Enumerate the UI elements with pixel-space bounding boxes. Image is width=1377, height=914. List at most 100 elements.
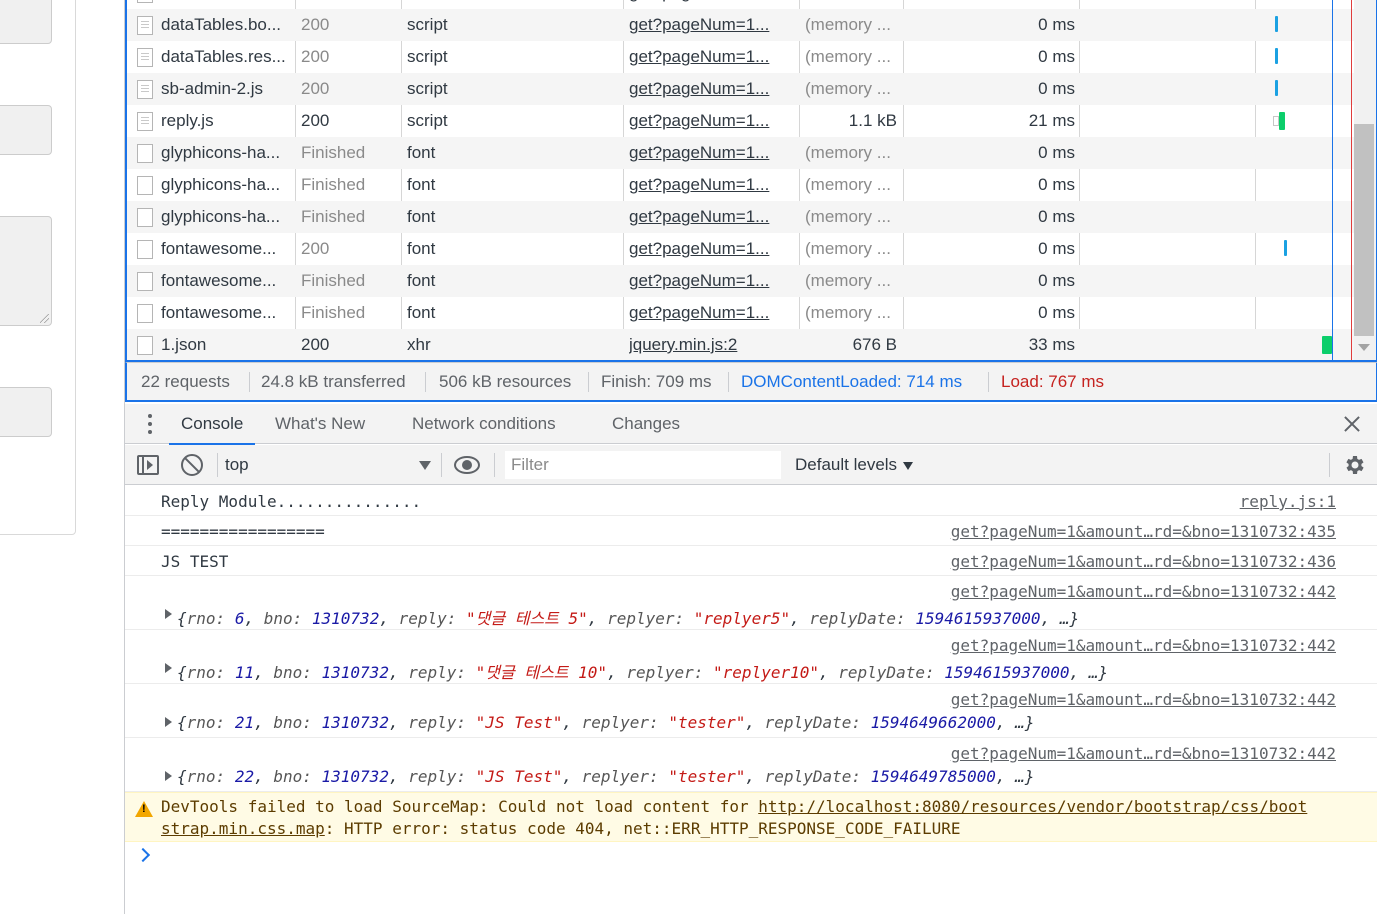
- console-source-link[interactable]: get?pageNum=1&amount…rd=&bno=1310732:442: [951, 744, 1336, 763]
- network-request-row[interactable]: fontawesome... Finished font get?pageNum=1.…: [127, 265, 1355, 297]
- request-initiator-link[interactable]: get?pageNum=1...: [629, 265, 795, 297]
- request-initiator-link[interactable]: get?pageNum=1...: [629, 105, 795, 137]
- console-filter-input[interactable]: [505, 451, 781, 479]
- expand-triangle-icon[interactable]: [165, 609, 172, 619]
- obj-key-replydate: replyDate:: [809, 609, 916, 628]
- scrollbar-thumb[interactable]: [1354, 124, 1374, 336]
- console-source-link[interactable]: get?pageNum=1&amount…rd=&bno=1310732:435: [951, 522, 1336, 541]
- request-status: 200: [301, 239, 330, 258]
- request-status: 200: [301, 15, 330, 34]
- request-initiator-link[interactable]: get?pageNum=1...: [629, 169, 795, 201]
- sourcemap-link-continued[interactable]: strap.min.css.map: [161, 819, 325, 838]
- network-request-row[interactable]: dataTables.bo... 200 script get?pageNum=1..…: [127, 9, 1355, 41]
- console-source-link[interactable]: get?pageNum=1&amount…rd=&bno=1310732:442: [951, 636, 1336, 655]
- request-initiator-link[interactable]: jquery.min.js:2: [629, 329, 795, 360]
- tab-changes[interactable]: Changes: [612, 404, 680, 444]
- request-initiator-link[interactable]: get?pageNum=1...: [629, 137, 795, 169]
- close-icon[interactable]: [1340, 412, 1364, 436]
- network-request-row[interactable]: glyphicons-ha... Finished font get?pageNum=…: [127, 201, 1355, 233]
- request-size: (memory ...: [805, 79, 891, 98]
- request-initiator-link[interactable]: get?pageNum=1...: [629, 297, 795, 329]
- waterfall-waiting-bar[interactable]: [1273, 116, 1279, 126]
- live-expression-eye-icon[interactable]: [454, 456, 480, 474]
- request-initiator-link[interactable]: get?pageNum=1...: [629, 233, 795, 265]
- request-time: 33 ms: [1028, 335, 1075, 354]
- network-request-row[interactable]: 1.json 200 xhr jquery.min.js:2 676 B 33 ms: [127, 329, 1355, 360]
- gear-icon[interactable]: [1342, 453, 1366, 477]
- clear-console-icon[interactable]: [181, 454, 203, 476]
- request-initiator-link[interactable]: get?pageNum=1...: [629, 73, 795, 105]
- form-input-2[interactable]: [0, 105, 52, 155]
- request-initiator-link[interactable]: get?pageNum=1...: [629, 201, 795, 233]
- network-request-row[interactable]: get?pageNum=1...: [127, 0, 1355, 9]
- console-source-link[interactable]: get?pageNum=1&amount…rd=&bno=1310732:442: [951, 690, 1336, 709]
- obj-sep: ,: [562, 767, 582, 786]
- resize-grip-icon[interactable]: [40, 314, 49, 323]
- request-size: (memory ...: [805, 143, 891, 162]
- prompt-chevron-icon[interactable]: [135, 847, 151, 863]
- request-type: xhr: [407, 335, 431, 354]
- network-request-row[interactable]: reply.js 200 script get?pageNum=1... 1.1 kB 2…: [127, 105, 1355, 137]
- console-source-link[interactable]: get?pageNum=1&amount…rd=&bno=1310732:436: [951, 552, 1336, 571]
- chevron-down-icon: [903, 461, 914, 470]
- tab-whats-new[interactable]: What's New: [275, 404, 365, 444]
- obj-brace: {: [177, 609, 187, 628]
- tab-console[interactable]: Console: [168, 404, 256, 445]
- obj-key-rno: rno:: [186, 767, 235, 786]
- console-object-preview[interactable]: {rno: 6, bno: 1310732, reply: "댓글 테스트 5"…: [177, 605, 1079, 629]
- obj-ellipsis: , …}: [1069, 663, 1108, 682]
- scroll-down-arrow-icon[interactable]: [1358, 344, 1370, 351]
- network-request-row[interactable]: glyphicons-ha... Finished font get?pageNum=…: [127, 169, 1355, 201]
- waterfall-bar[interactable]: [1284, 240, 1287, 256]
- network-request-row[interactable]: fontawesome... Finished font get?pageNum=1.…: [127, 297, 1355, 329]
- obj-sep: ,: [607, 663, 627, 682]
- obj-key-rno: rno:: [186, 713, 235, 732]
- obj-key-reply: reply:: [408, 713, 476, 732]
- expand-triangle-icon[interactable]: [165, 663, 172, 673]
- expand-triangle-icon[interactable]: [165, 771, 172, 781]
- network-request-row[interactable]: sb-admin-2.js 200 script get?pageNum=1... (m…: [127, 73, 1355, 105]
- network-request-row[interactable]: dataTables.res... 200 script get?pageNum=1.…: [127, 41, 1355, 73]
- request-initiator-link[interactable]: get?pageNum=1...: [629, 41, 795, 73]
- request-time: 0 ms: [1038, 207, 1075, 226]
- console-source-link[interactable]: get?pageNum=1&amount…rd=&bno=1310732:442: [951, 582, 1336, 601]
- network-scrollbar[interactable]: [1354, 0, 1376, 360]
- console-object-preview[interactable]: {rno: 21, bno: 1310732, reply: "JS Test"…: [177, 713, 1034, 732]
- network-request-row[interactable]: glyphicons-ha... Finished font get?pageNum=…: [127, 137, 1355, 169]
- waterfall-bar[interactable]: [1275, 80, 1278, 96]
- request-status: 200: [301, 79, 330, 98]
- console-source-link[interactable]: reply.js:1: [1240, 492, 1336, 511]
- show-sidebar-icon[interactable]: [137, 455, 159, 475]
- request-initiator-link[interactable]: get?pageNum=1...: [629, 9, 795, 41]
- network-summary-bar: 22 requests 24.8 kB transferred 506 kB r…: [125, 362, 1377, 402]
- console-object-preview[interactable]: {rno: 22, bno: 1310732, reply: "JS Test"…: [177, 767, 1034, 786]
- waterfall-bar[interactable]: [1279, 112, 1285, 130]
- request-size: (memory ...: [805, 175, 891, 194]
- form-textarea[interactable]: [0, 216, 52, 326]
- expand-triangle-icon[interactable]: [165, 717, 172, 727]
- waterfall-bar[interactable]: [1275, 48, 1278, 64]
- more-tools-menu-icon[interactable]: [145, 414, 155, 436]
- request-status: Finished: [301, 207, 366, 226]
- request-name: glyphicons-ha...: [161, 175, 281, 194]
- obj-sep: ,: [819, 663, 839, 682]
- obj-value-bno: 1310732: [321, 767, 389, 786]
- sourcemap-link[interactable]: http://localhost:8080/resources/vendor/b…: [758, 797, 1307, 816]
- javascript-context-select[interactable]: top: [225, 445, 431, 485]
- request-initiator-link[interactable]: get?pageNum=1...: [629, 0, 795, 9]
- form-input-3[interactable]: [0, 387, 52, 437]
- form-input-1[interactable]: [0, 0, 52, 44]
- log-levels-dropdown[interactable]: Default levels: [795, 445, 914, 485]
- load-marker: [1351, 0, 1352, 360]
- obj-sep: ,: [388, 767, 409, 786]
- obj-value-reply: "JS Test": [475, 713, 563, 732]
- request-type: font: [407, 239, 436, 258]
- tab-network-conditions[interactable]: Network conditions: [412, 404, 556, 444]
- obj-key-replyer: replyer:: [581, 767, 669, 786]
- waterfall-bar[interactable]: [1322, 336, 1332, 354]
- console-object-preview[interactable]: {rno: 11, bno: 1310732, reply: "댓글 테스트 1…: [177, 659, 1108, 683]
- toolbar-divider: [494, 453, 495, 477]
- request-size: (memory ...: [805, 303, 891, 322]
- waterfall-bar[interactable]: [1275, 16, 1278, 32]
- network-request-row[interactable]: fontawesome... 200 font get?pageNum=1... (me…: [127, 233, 1355, 265]
